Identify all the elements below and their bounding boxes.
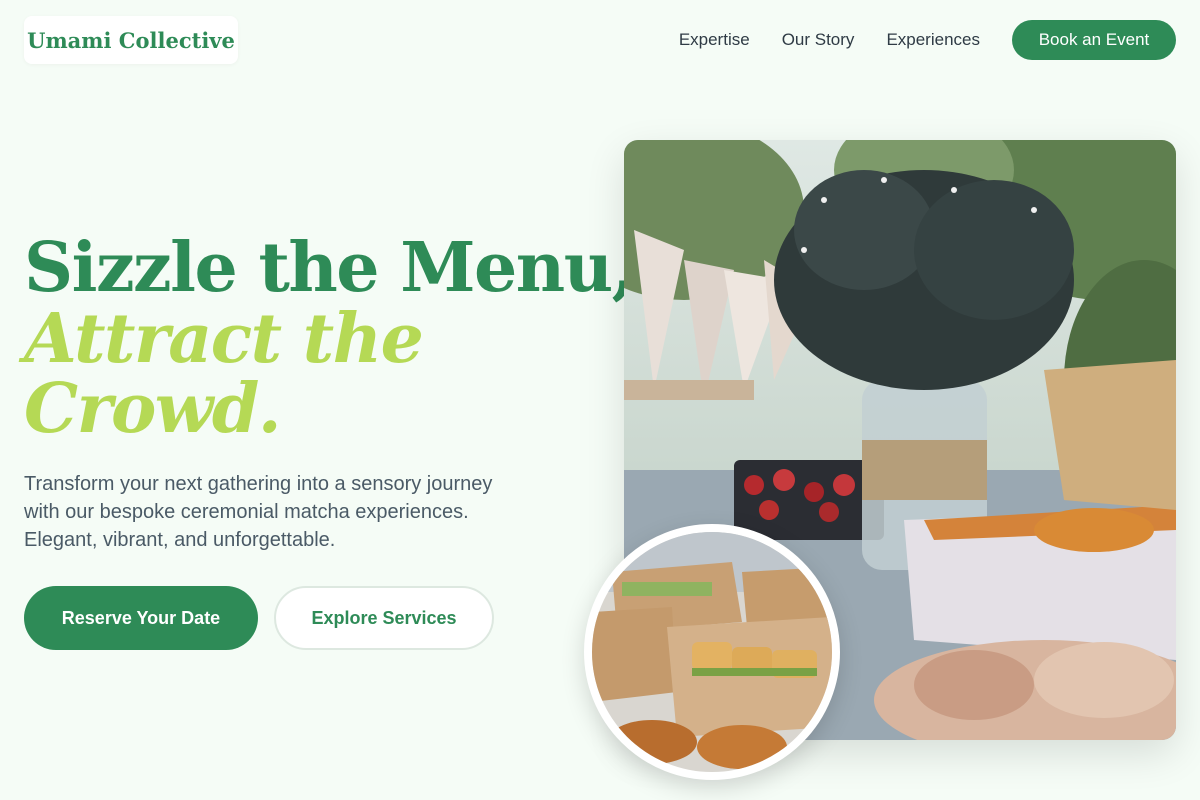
reserve-date-button[interactable]: Reserve Your Date xyxy=(24,586,258,650)
headline-line-1: Sizzle the Menu, xyxy=(24,228,635,308)
nav-link-expertise[interactable]: Expertise xyxy=(679,30,750,50)
logo[interactable]: Umami Collective xyxy=(24,16,238,64)
book-event-button[interactable]: Book an Event xyxy=(1012,20,1176,60)
headline-line-2: Attract the Crowd. xyxy=(24,299,424,449)
hero-headline: Sizzle the Menu, Attract the Crowd. xyxy=(24,228,635,449)
nav-link-experiences[interactable]: Experiences xyxy=(886,30,980,50)
explore-services-button[interactable]: Explore Services xyxy=(274,586,494,650)
hero-description: Transform your next gathering into a sen… xyxy=(24,473,493,551)
boxed-sandwiches-photo xyxy=(584,524,840,780)
main-nav: Expertise Our Story Experiences Book an … xyxy=(679,20,1176,60)
nav-link-our-story[interactable]: Our Story xyxy=(782,30,855,50)
